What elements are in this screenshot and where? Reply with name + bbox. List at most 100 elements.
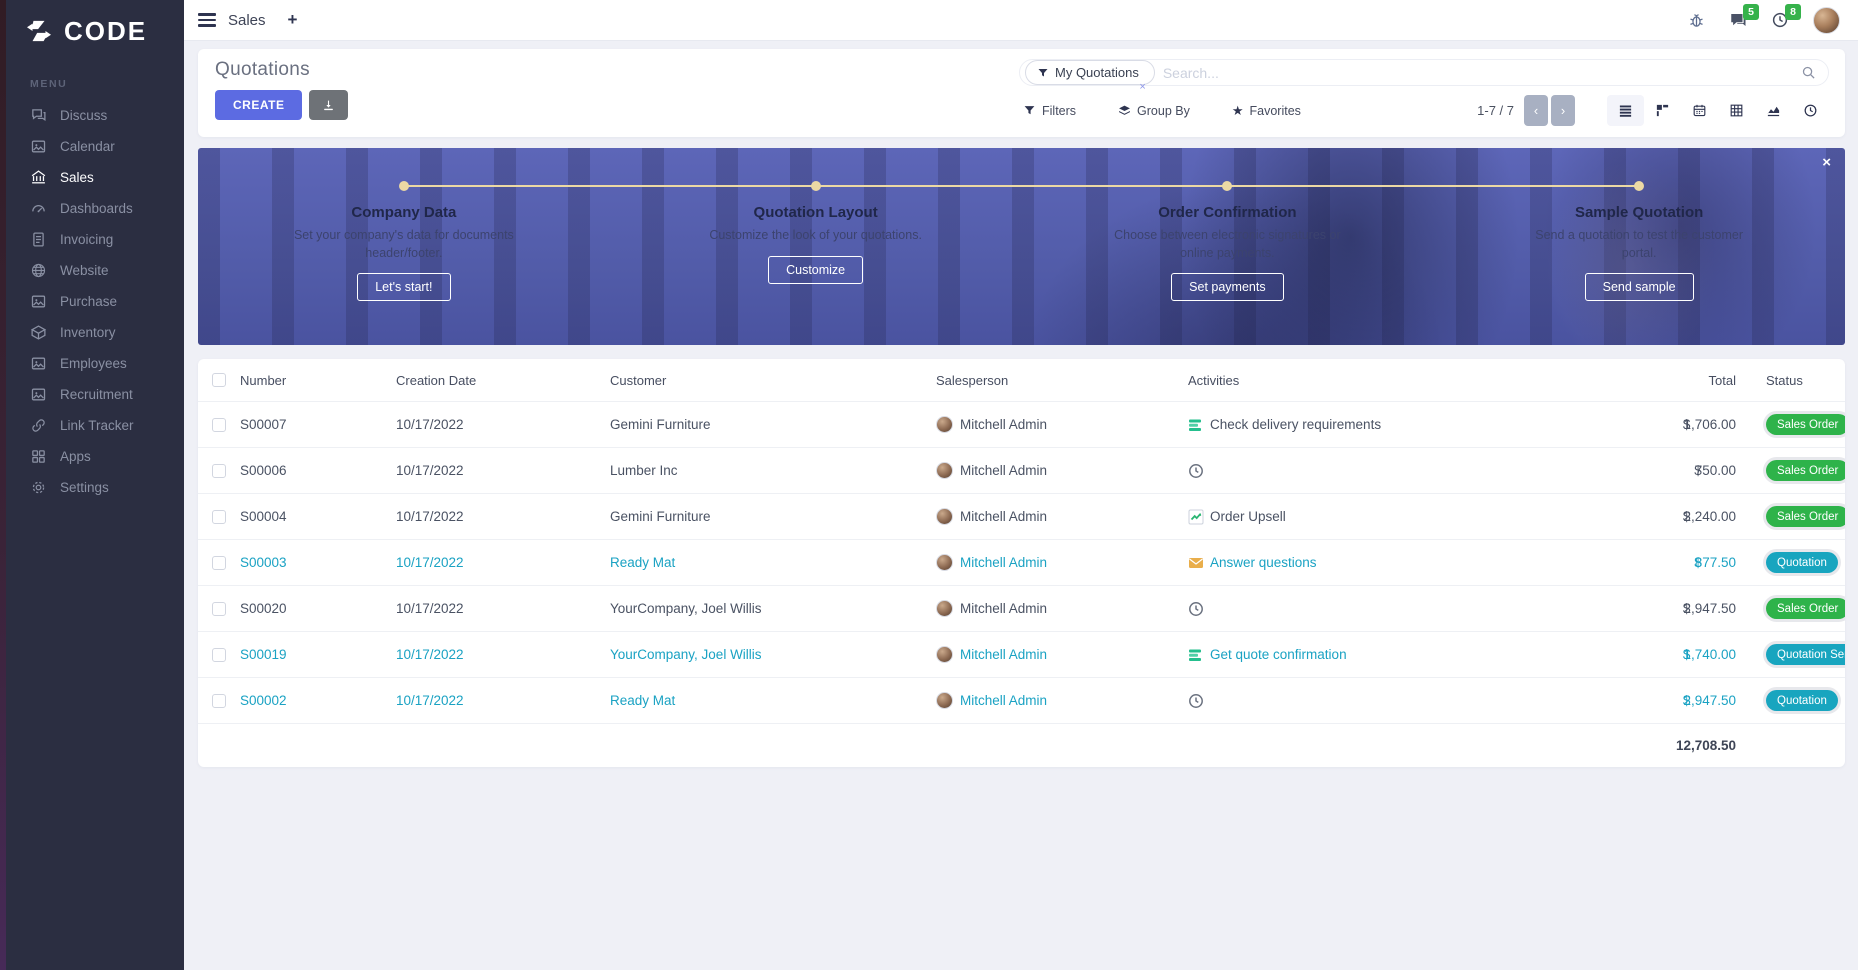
activity-view-icon[interactable] — [1792, 95, 1829, 126]
cell-activity[interactable] — [1188, 601, 1585, 617]
magnifier-icon[interactable] — [1801, 65, 1816, 80]
row-checkbox[interactable] — [212, 694, 226, 708]
table-row[interactable]: S00019 10/17/2022 YourCompany, Joel Will… — [198, 631, 1845, 677]
currency-symbol: $ — [1694, 555, 1702, 570]
cell-activity[interactable] — [1188, 693, 1585, 709]
sidebar-item-inventory[interactable]: Inventory — [6, 317, 184, 348]
sidebar-item-label: Recruitment — [60, 387, 133, 402]
table-row[interactable]: S00007 10/17/2022 Gemini Furniture Mitch… — [198, 401, 1845, 447]
search-facet[interactable]: My Quotations × — [1025, 60, 1155, 85]
cell-customer: Ready Mat — [610, 693, 936, 708]
cell-salesperson: Mitchell Admin — [960, 509, 1047, 524]
cell-activity[interactable]: Order Upsell — [1188, 509, 1585, 525]
chart-up-icon — [1188, 509, 1204, 525]
row-checkbox[interactable] — [212, 418, 226, 432]
filters-button[interactable]: Filters — [1023, 104, 1076, 118]
activity-clock-icon[interactable]: 8 — [1771, 11, 1789, 29]
onboarding-step-quotation-layout: Quotation Layout Customize the look of y… — [610, 148, 1022, 345]
create-button[interactable]: CREATE — [215, 90, 302, 120]
column-header-salesperson[interactable]: Salesperson — [936, 373, 1188, 388]
status-badge: Sales Order — [1766, 460, 1845, 481]
topbar: Sales + 5 8 — [184, 0, 1858, 41]
star-icon: ★ — [1232, 103, 1244, 119]
sidebar-item-link-tracker[interactable]: Link Tracker — [6, 410, 184, 441]
clock-icon — [1188, 601, 1204, 617]
sidebar: CODE MENU Discuss Calendar Sales Dashboa… — [6, 0, 184, 970]
sidebar-item-label: Sales — [60, 170, 94, 185]
send-sample-button[interactable]: Send sample — [1585, 273, 1694, 301]
cell-activity[interactable] — [1188, 463, 1585, 479]
set-payments-button[interactable]: Set payments — [1171, 273, 1283, 301]
column-header-number[interactable]: Number — [240, 373, 396, 388]
column-header-total[interactable]: Total — [1585, 373, 1740, 388]
export-button[interactable] — [309, 90, 348, 120]
sidebar-item-sales[interactable]: Sales — [6, 162, 184, 193]
select-all-checkbox[interactable] — [212, 373, 226, 387]
table-row[interactable]: S00020 10/17/2022 YourCompany, Joel Will… — [198, 585, 1845, 631]
sidebar-item-apps[interactable]: Apps — [6, 441, 184, 472]
image-placeholder-icon — [30, 386, 47, 403]
column-header-customer[interactable]: Customer — [610, 373, 936, 388]
new-tab-button[interactable]: + — [288, 10, 298, 30]
status-badge: Quotation — [1766, 690, 1838, 711]
column-header-date[interactable]: Creation Date — [396, 373, 610, 388]
sidebar-item-settings[interactable]: Settings — [6, 472, 184, 503]
remove-facet-icon[interactable]: × — [1139, 81, 1145, 93]
cell-activity[interactable]: Check delivery requirements — [1188, 417, 1585, 433]
activities-count-badge: 8 — [1785, 4, 1801, 20]
cell-salesperson: Mitchell Admin — [960, 693, 1047, 708]
row-checkbox[interactable] — [212, 648, 226, 662]
pager-prev-button[interactable]: ‹ — [1524, 95, 1548, 126]
customize-button[interactable]: Customize — [768, 256, 863, 284]
sidebar-item-discuss[interactable]: Discuss — [6, 100, 184, 131]
sidebar-item-recruitment[interactable]: Recruitment — [6, 379, 184, 410]
favorites-button[interactable]: ★ Favorites — [1232, 103, 1301, 119]
brand-logo[interactable]: CODE — [6, 0, 184, 62]
sidebar-item-purchase[interactable]: Purchase — [6, 286, 184, 317]
calendar-view-icon[interactable] — [1681, 95, 1718, 126]
graph-view-icon[interactable] — [1755, 95, 1792, 126]
row-checkbox[interactable] — [212, 464, 226, 478]
lets-start-button[interactable]: Let's start! — [357, 273, 450, 301]
list-view-icon[interactable] — [1607, 95, 1644, 126]
row-checkbox[interactable] — [212, 556, 226, 570]
box-icon — [30, 324, 47, 341]
sidebar-item-dashboards[interactable]: Dashboards — [6, 193, 184, 224]
topbar-app-name[interactable]: Sales — [228, 12, 266, 29]
column-header-activities[interactable]: Activities — [1188, 373, 1585, 388]
menu-section-label: MENU — [6, 62, 184, 100]
sidebar-item-employees[interactable]: Employees — [6, 348, 184, 379]
cell-total: $2,947.50 — [1585, 693, 1740, 708]
row-checkbox[interactable] — [212, 602, 226, 616]
cell-activity[interactable]: Answer questions — [1188, 555, 1585, 571]
table-row[interactable]: S00003 10/17/2022 Ready Mat Mitchell Adm… — [198, 539, 1845, 585]
cell-number: S00002 — [240, 693, 396, 708]
messages-icon[interactable]: 5 — [1729, 11, 1747, 29]
logo-text: CODE — [64, 16, 147, 47]
user-avatar[interactable] — [1813, 7, 1840, 34]
bug-icon[interactable] — [1688, 12, 1705, 29]
sidebar-item-invoicing[interactable]: Invoicing — [6, 224, 184, 255]
app-root: CODE MENU Discuss Calendar Sales Dashboa… — [0, 0, 1858, 970]
table-row[interactable]: S00002 10/17/2022 Ready Mat Mitchell Adm… — [198, 677, 1845, 723]
cell-activity[interactable]: Get quote confirmation — [1188, 647, 1585, 663]
pivot-view-icon[interactable] — [1718, 95, 1755, 126]
sidebar-item-calendar[interactable]: Calendar — [6, 131, 184, 162]
status-badge: Quotation — [1766, 552, 1838, 573]
search-bar[interactable]: My Quotations × — [1019, 59, 1829, 86]
group-by-button[interactable]: Group By — [1118, 104, 1190, 118]
sidebar-item-website[interactable]: Website — [6, 255, 184, 286]
table-row[interactable]: S00006 10/17/2022 Lumber Inc Mitchell Ad… — [198, 447, 1845, 493]
kanban-view-icon[interactable] — [1644, 95, 1681, 126]
cell-customer: Gemini Furniture — [610, 417, 936, 432]
search-input[interactable] — [1163, 65, 1793, 81]
image-placeholder-icon — [30, 138, 47, 155]
status-badge: Sales Order — [1766, 414, 1845, 435]
view-switcher — [1607, 95, 1829, 126]
hamburger-icon[interactable] — [198, 13, 216, 27]
row-checkbox[interactable] — [212, 510, 226, 524]
page-title: Quotations — [215, 59, 348, 81]
pager-next-button[interactable]: › — [1551, 95, 1575, 126]
column-header-status[interactable]: Status — [1740, 373, 1845, 388]
table-row[interactable]: S00004 10/17/2022 Gemini Furniture Mitch… — [198, 493, 1845, 539]
